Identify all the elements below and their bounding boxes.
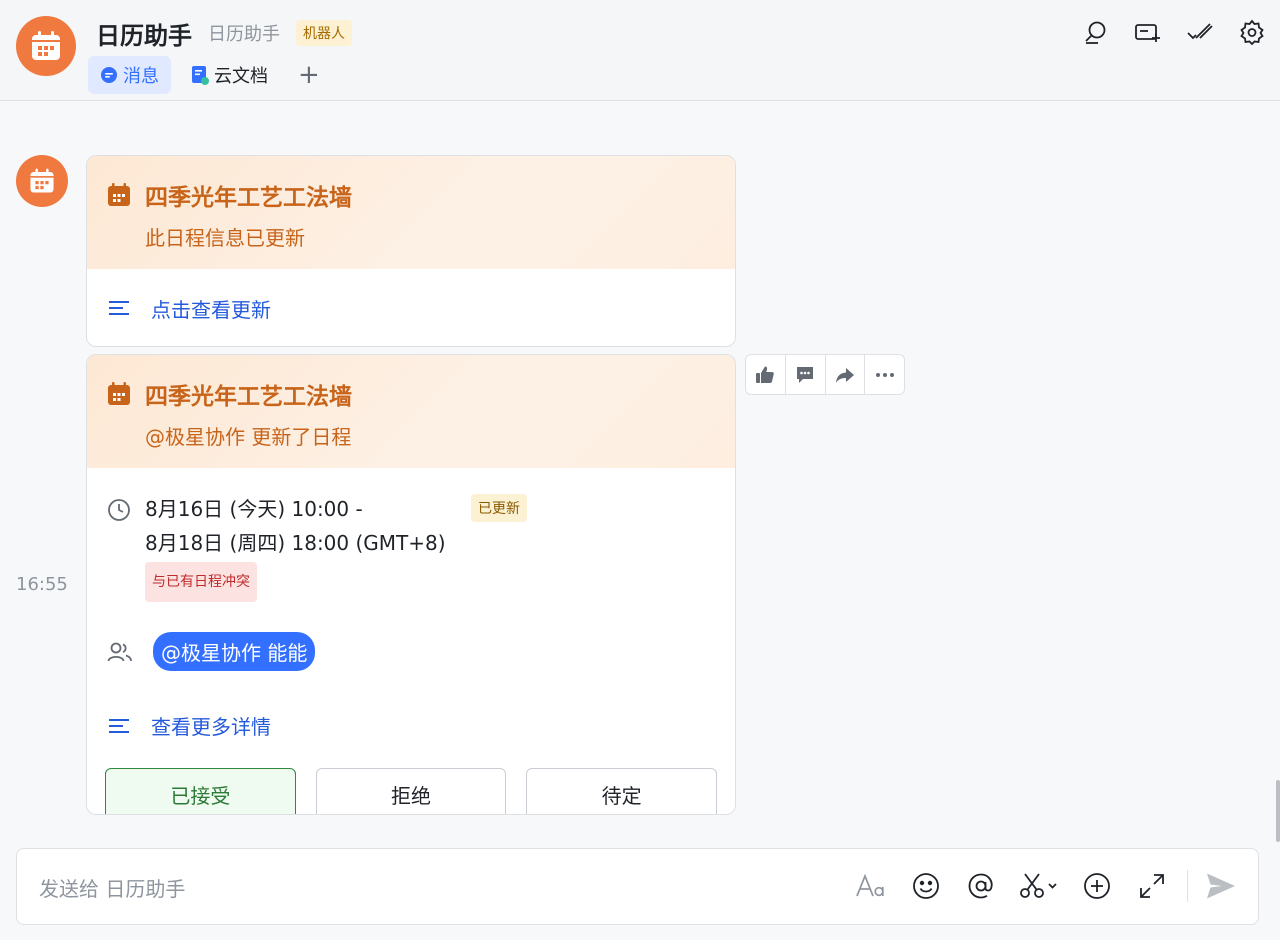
reply-icon — [797, 366, 814, 383]
view-details-row[interactable]: 查看更多详情 — [87, 711, 735, 740]
attendees-icon — [107, 642, 132, 661]
more-icon — [875, 372, 894, 377]
composer-toolbar — [833, 869, 1238, 903]
chat-header: 日历助手 日历助手 机器人 消息 云文档 + — [0, 0, 1280, 101]
details-list-icon — [109, 301, 129, 315]
rsvp-buttons: 已接受 拒绝 待定 — [87, 768, 735, 814]
plus-icon — [1084, 873, 1110, 899]
add-member-button[interactable] — [1134, 18, 1162, 46]
chat-bubble-icon — [100, 66, 118, 84]
chat-title: 日历助手 — [96, 21, 192, 50]
text-format-button[interactable] — [854, 869, 888, 903]
card-header: 四季光年工艺工法墙 @极星协作 更新了日程 — [87, 355, 735, 468]
view-details-link[interactable]: 查看更多详情 — [151, 711, 271, 740]
tab-cloud-docs-label: 云文档 — [214, 66, 268, 87]
tab-messages[interactable]: 消息 — [88, 56, 171, 94]
text-format-icon — [856, 874, 884, 897]
calendar-update-card: 四季光年工艺工法墙 此日程信息已更新 点击查看更新 — [86, 155, 736, 347]
event-time: 8月16日 (今天) 10:00 - 8月18日 (周四) 18:00 (GMT… — [145, 492, 446, 602]
calendar-icon — [108, 183, 130, 206]
send-icon — [1207, 873, 1235, 899]
card-title-row: 四季光年工艺工法墙 — [107, 377, 715, 411]
expand-editor-button[interactable] — [1135, 869, 1169, 903]
add-attachment-button[interactable] — [1080, 869, 1114, 903]
calendar-event-card: 四季光年工艺工法墙 @极星协作 更新了日程 8月16日 (今天) 10:00 -… — [86, 354, 736, 815]
settings-icon — [1240, 19, 1264, 45]
header-actions — [1058, 18, 1266, 46]
emoji-button[interactable] — [909, 869, 943, 903]
mark-done-icon — [1187, 23, 1213, 40]
mention-button[interactable] — [964, 869, 998, 903]
decline-button[interactable]: 拒绝 — [315, 768, 507, 814]
mark-done-button[interactable] — [1186, 18, 1214, 46]
accept-button[interactable]: 已接受 — [105, 768, 296, 814]
tentative-button[interactable]: 待定 — [526, 768, 718, 814]
thumbs-up-button[interactable] — [746, 355, 786, 394]
attendees-row: @极星协作 能能 — [87, 632, 735, 671]
bot-badge: 机器人 — [296, 20, 352, 46]
screenshot-button[interactable] — [1019, 869, 1059, 903]
calendar-icon — [32, 31, 60, 60]
message-input[interactable]: 发送给 日历助手 — [39, 873, 185, 902]
details-list-icon — [109, 718, 129, 733]
bot-avatar[interactable] — [16, 16, 76, 76]
chat-subtitle: 日历助手 — [208, 24, 280, 45]
send-button[interactable] — [1204, 869, 1238, 903]
thumbs-up-icon — [756, 366, 775, 383]
scrollbar-thumb[interactable] — [1276, 780, 1280, 842]
title-row: 日历助手 日历助手 机器人 — [96, 16, 352, 50]
settings-button[interactable] — [1238, 18, 1266, 46]
calendar-icon — [30, 168, 54, 193]
card-header: 四季光年工艺工法墙 此日程信息已更新 — [87, 156, 735, 269]
event-start-time: 8月16日 (今天) 10:00 - — [145, 497, 363, 521]
toolbar-divider — [1187, 870, 1188, 902]
message-composer[interactable]: 发送给 日历助手 — [16, 848, 1259, 925]
conflict-badge: 与已有日程冲突 — [145, 562, 257, 602]
view-update-row[interactable]: 点击查看更新 — [87, 269, 735, 346]
mention-icon — [968, 873, 993, 899]
tab-cloud-docs[interactable]: 云文档 — [179, 56, 280, 94]
card-title: 四季光年工艺工法墙 — [145, 185, 352, 211]
card-subtitle: @极星协作 更新了日程 — [145, 425, 352, 449]
forward-button[interactable] — [826, 355, 866, 394]
card-title-row: 四季光年工艺工法墙 — [107, 178, 715, 212]
message-hover-actions — [745, 354, 905, 395]
search-icon — [1085, 21, 1106, 44]
search-button[interactable] — [1082, 18, 1110, 46]
expand-icon — [1140, 874, 1164, 898]
doc-icon — [191, 65, 209, 85]
calendar-icon — [108, 382, 130, 405]
view-update-link[interactable]: 点击查看更新 — [151, 294, 271, 323]
event-time-block: 8月16日 (今天) 10:00 - 8月18日 (周四) 18:00 (GMT… — [87, 468, 735, 602]
tab-messages-label: 消息 — [123, 66, 159, 87]
card-subtitle: 此日程信息已更新 — [145, 226, 305, 250]
emoji-icon — [913, 873, 939, 899]
message-sender-avatar[interactable] — [16, 155, 68, 207]
more-button[interactable] — [865, 355, 904, 394]
add-member-icon — [1135, 24, 1160, 42]
message-timestamp: 16:55 — [16, 574, 68, 595]
updated-badge: 已更新 — [471, 494, 527, 522]
clock-icon — [108, 499, 130, 521]
forward-icon — [835, 367, 854, 383]
chat-tabs: 消息 云文档 + — [88, 56, 330, 94]
card-title: 四季光年工艺工法墙 — [145, 384, 352, 410]
attendee-mention[interactable]: @极星协作 能能 — [153, 632, 316, 671]
add-tab-button[interactable]: + — [288, 56, 330, 94]
screenshot-icon — [1020, 873, 1057, 898]
reply-button[interactable] — [786, 355, 826, 394]
event-end-time: 8月18日 (周四) 18:00 (GMT+8) — [145, 531, 446, 555]
